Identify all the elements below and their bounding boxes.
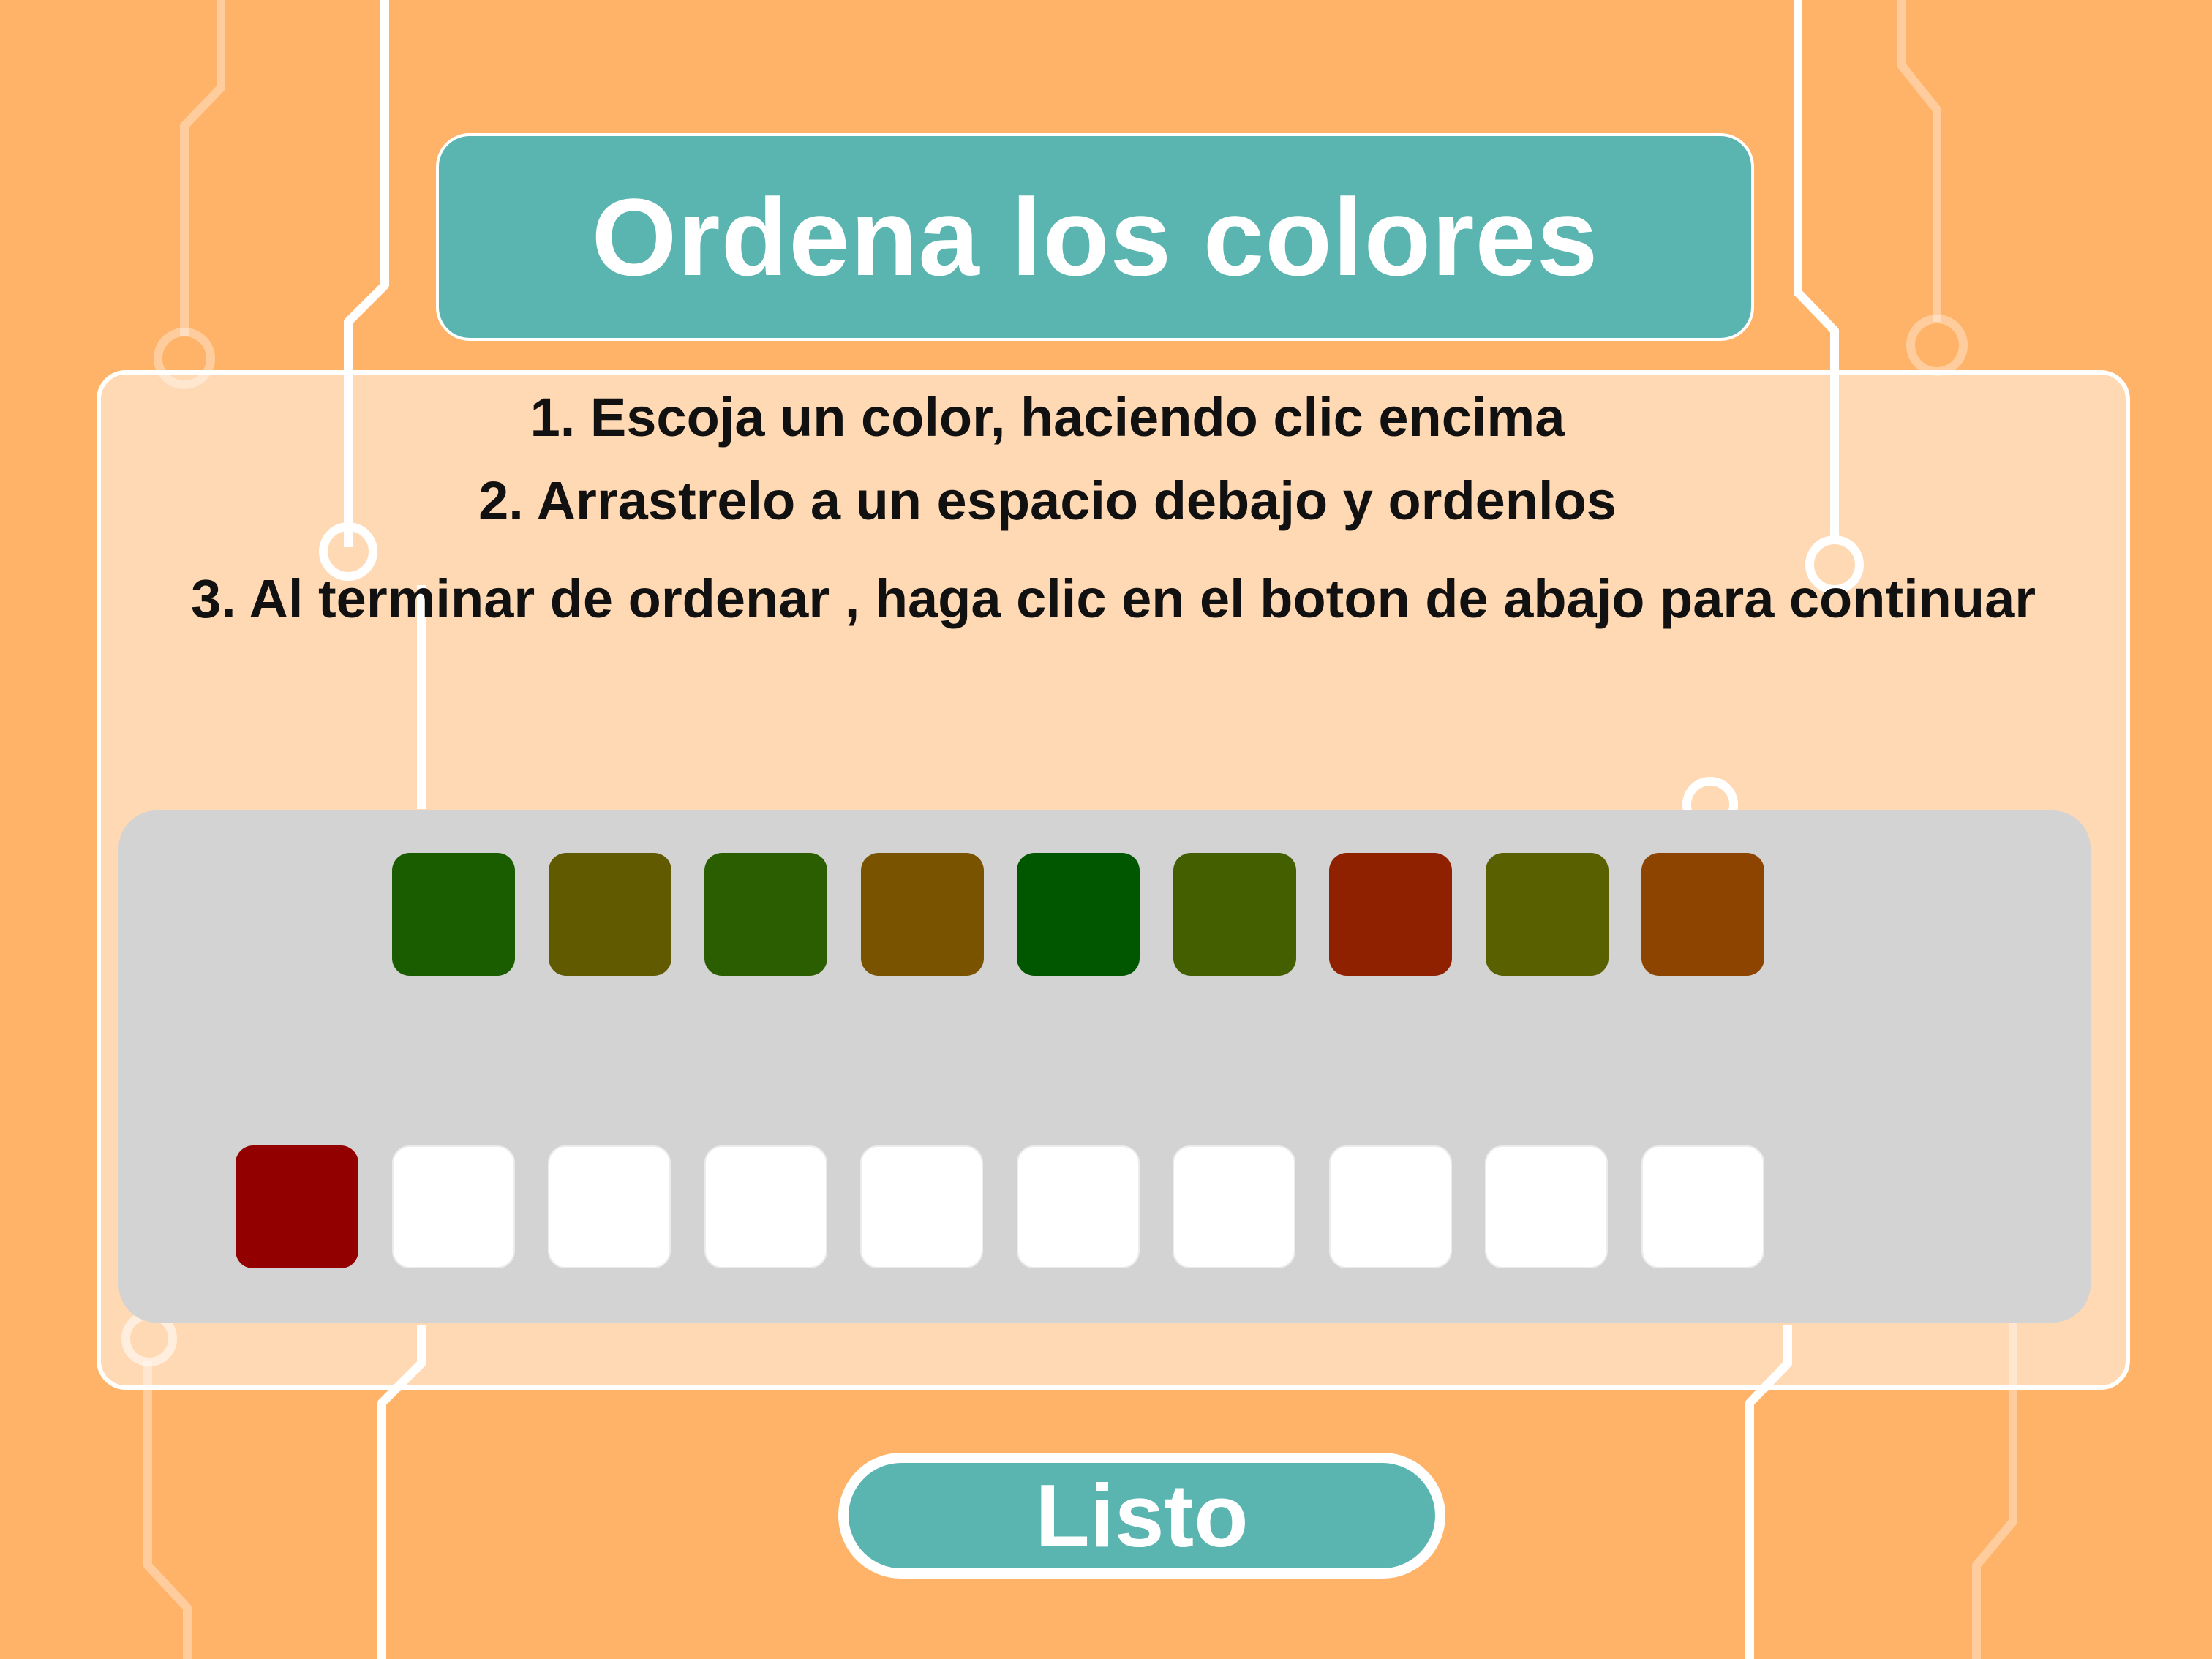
listo-button-label: Listo: [1035, 1466, 1249, 1565]
empty-slot[interactable]: [391, 1146, 515, 1268]
color-tile[interactable]: [860, 853, 984, 976]
instruction-1: 1. Escoja un color, haciendo clic encima: [530, 387, 1565, 448]
empty-slot[interactable]: [1328, 1146, 1452, 1268]
color-tile[interactable]: [704, 853, 827, 976]
empty-slot[interactable]: [860, 1146, 983, 1268]
color-tile[interactable]: [1485, 853, 1609, 976]
color-tile[interactable]: [1329, 853, 1452, 976]
title-banner: Ordena los colores: [436, 133, 1754, 341]
empty-slot[interactable]: [704, 1146, 827, 1268]
empty-slot[interactable]: [1641, 1146, 1764, 1268]
instruction-2: 2. Arrastrelo a un espacio debajo y orde…: [478, 470, 1617, 531]
color-tile[interactable]: [1017, 853, 1140, 976]
color-tile[interactable]: [392, 853, 515, 976]
instruction-3: 3. Al terminar de ordenar , haga clic en…: [190, 568, 2036, 629]
color-tile[interactable]: [548, 853, 672, 976]
empty-slot[interactable]: [1485, 1146, 1608, 1268]
color-tile[interactable]: [1641, 853, 1764, 976]
listo-button[interactable]: Listo: [838, 1453, 1445, 1579]
color-sorting-area: [118, 810, 2091, 1323]
empty-slot[interactable]: [1173, 1146, 1295, 1268]
empty-slot[interactable]: [1016, 1146, 1140, 1268]
placed-color-tile[interactable]: [236, 1146, 358, 1268]
empty-slot[interactable]: [548, 1146, 671, 1268]
page-title: Ordena los colores: [591, 175, 1599, 298]
color-tile[interactable]: [1173, 853, 1296, 976]
